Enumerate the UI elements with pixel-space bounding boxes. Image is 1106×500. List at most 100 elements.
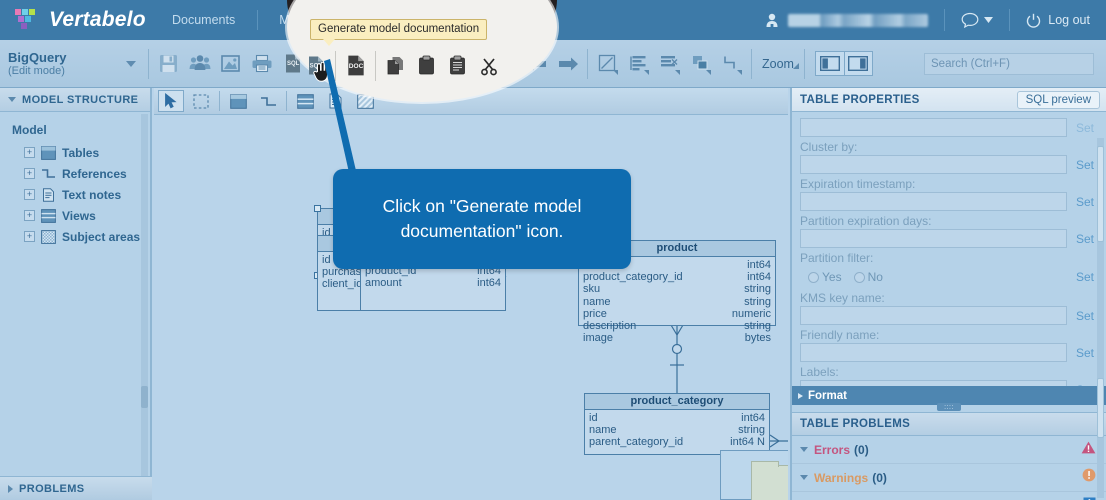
collapse-triangle-icon[interactable] <box>800 475 808 480</box>
sidebar-item-text-notes[interactable]: + Text notes <box>10 184 150 205</box>
distribute-button[interactable] <box>654 48 685 79</box>
copy-button-highlight[interactable] <box>380 50 411 81</box>
labels-input[interactable] <box>800 380 1067 386</box>
properties-scrollbar[interactable] <box>1097 138 1104 386</box>
set-link[interactable]: Set <box>1076 195 1098 209</box>
expander-icon[interactable]: + <box>24 231 35 242</box>
generate-doc-button-highlight[interactable]: DOC <box>340 50 371 81</box>
expander-icon[interactable]: + <box>24 168 35 179</box>
brand-logo-area[interactable]: Vertabelo <box>0 7 150 33</box>
expand-triangle-icon[interactable] <box>8 484 13 493</box>
new-reference-tool[interactable] <box>255 90 281 112</box>
problems-scrollbar-thumb[interactable] <box>1097 378 1104 438</box>
problem-row-warnings[interactable]: Warnings (0) <box>792 464 1106 492</box>
sidebar-scrollbar[interactable] <box>141 114 148 498</box>
problem-row-hints[interactable]: Hints (0) <box>792 492 1106 500</box>
search-input[interactable] <box>924 52 1094 75</box>
nav-link-documents[interactable]: Documents <box>150 0 257 40</box>
collapse-triangle-icon[interactable] <box>800 447 808 452</box>
expander-icon[interactable]: + <box>24 147 35 158</box>
new-view-tool[interactable] <box>292 90 318 112</box>
print-button[interactable] <box>246 48 277 79</box>
set-link[interactable]: Set <box>1076 121 1098 135</box>
tree-root-model[interactable]: Model <box>10 120 150 142</box>
problem-row-errors[interactable]: Errors (0) <box>792 436 1106 464</box>
table-row[interactable]: description string <box>579 320 775 332</box>
set-link[interactable]: Set <box>1076 346 1098 360</box>
new-subject-area-tool[interactable] <box>352 90 378 112</box>
table-row[interactable]: product_category_id int64 <box>579 271 775 283</box>
paste-special-button-highlight[interactable] <box>442 50 473 81</box>
spot-divider-2 <box>375 50 376 81</box>
arrange-button[interactable] <box>685 48 716 79</box>
distribute-icon <box>660 55 680 75</box>
sql-preview-button[interactable]: SQL preview <box>1016 90 1100 109</box>
chat-menu-button[interactable] <box>961 12 994 29</box>
set-link[interactable]: Set <box>1076 232 1098 246</box>
splitter-grip[interactable]: :::: <box>937 403 961 411</box>
problems-scrollbar[interactable] <box>1097 378 1104 498</box>
set-link[interactable]: Set <box>1076 309 1098 323</box>
sidebar-item-subject-areas[interactable]: + Subject areas <box>10 226 150 247</box>
table-row[interactable]: image bytes <box>579 332 775 344</box>
partition-expiration-days-input[interactable] <box>800 229 1067 248</box>
table-row[interactable]: parent_category_id int64 N <box>585 436 769 448</box>
sidebar-item-references[interactable]: + References <box>10 163 150 184</box>
hand-pointer-icon <box>313 62 328 82</box>
undo-button[interactable] <box>521 48 552 79</box>
new-table-tool[interactable] <box>225 90 251 112</box>
kms-key-name-input[interactable] <box>800 306 1067 325</box>
redo-button[interactable] <box>552 48 583 79</box>
marquee-select-tool[interactable] <box>188 90 214 112</box>
new-text-note-tool[interactable] <box>322 90 348 112</box>
radio-no[interactable] <box>853 271 865 283</box>
table-row[interactable]: price numeric <box>579 308 775 320</box>
cluster-by-input[interactable] <box>800 155 1067 174</box>
paste-button-highlight[interactable] <box>411 50 442 81</box>
partial-input-top[interactable] <box>800 118 1067 137</box>
friendly-name-input[interactable] <box>800 343 1067 362</box>
expiration-timestamp-input[interactable] <box>800 192 1067 211</box>
model-menu-caret-icon[interactable] <box>126 60 136 67</box>
expand-triangle-icon[interactable] <box>798 392 803 399</box>
sidebar-scrollbar-thumb[interactable] <box>141 386 148 408</box>
line-style-button[interactable] <box>592 48 623 79</box>
table-row[interactable]: id int64 <box>585 412 769 424</box>
sidebar-item-views[interactable]: + Views <box>10 205 150 226</box>
problems-panel-header[interactable]: PROBLEMS <box>0 476 152 500</box>
diagram-table-product-category[interactable]: product_category id int64 name string pa… <box>584 393 770 455</box>
spotlighted-toolbar-icons: SQL DOC <box>300 50 504 81</box>
diagram-canvas[interactable]: client id int64 full_name string email s… <box>154 88 788 500</box>
table-row[interactable]: name string <box>579 296 775 308</box>
table-row[interactable]: amount int64 <box>361 277 505 289</box>
model-structure-header[interactable]: MODEL STRUCTURE <box>0 88 150 112</box>
share-button[interactable] <box>184 48 215 79</box>
panel-splitter[interactable]: :::: <box>792 403 1106 412</box>
radio-yes[interactable] <box>808 271 819 283</box>
table-row[interactable]: sku string <box>579 283 775 295</box>
set-link[interactable]: Set <box>1076 270 1098 284</box>
logout-button[interactable]: Log out <box>1026 13 1090 28</box>
table-row[interactable]: name string <box>585 424 769 436</box>
route-button[interactable] <box>716 48 747 79</box>
toggle-right-panel[interactable] <box>843 51 873 76</box>
cut-button-highlight[interactable] <box>473 50 504 81</box>
image-icon <box>221 55 240 72</box>
zoom-button[interactable]: Zoom <box>756 57 800 71</box>
align-button[interactable] <box>623 48 654 79</box>
diagram-text-note[interactable]: ↘ <box>720 450 788 500</box>
select-tool[interactable] <box>158 90 184 112</box>
expander-icon[interactable]: + <box>24 210 35 221</box>
property-row: Set <box>800 343 1098 362</box>
expander-icon[interactable]: + <box>24 189 35 200</box>
set-link[interactable]: Set <box>1076 383 1098 387</box>
export-image-button[interactable] <box>215 48 246 79</box>
sidebar-item-tables[interactable]: + Tables <box>10 142 150 163</box>
save-button[interactable] <box>153 48 184 79</box>
selection-handle-tl[interactable] <box>314 205 321 212</box>
toggle-left-panel[interactable] <box>814 51 844 76</box>
collapse-triangle-icon[interactable] <box>8 97 16 102</box>
column-name: sku <box>583 283 601 296</box>
set-link[interactable]: Set <box>1076 158 1098 172</box>
properties-scrollbar-thumb[interactable] <box>1097 146 1104 242</box>
